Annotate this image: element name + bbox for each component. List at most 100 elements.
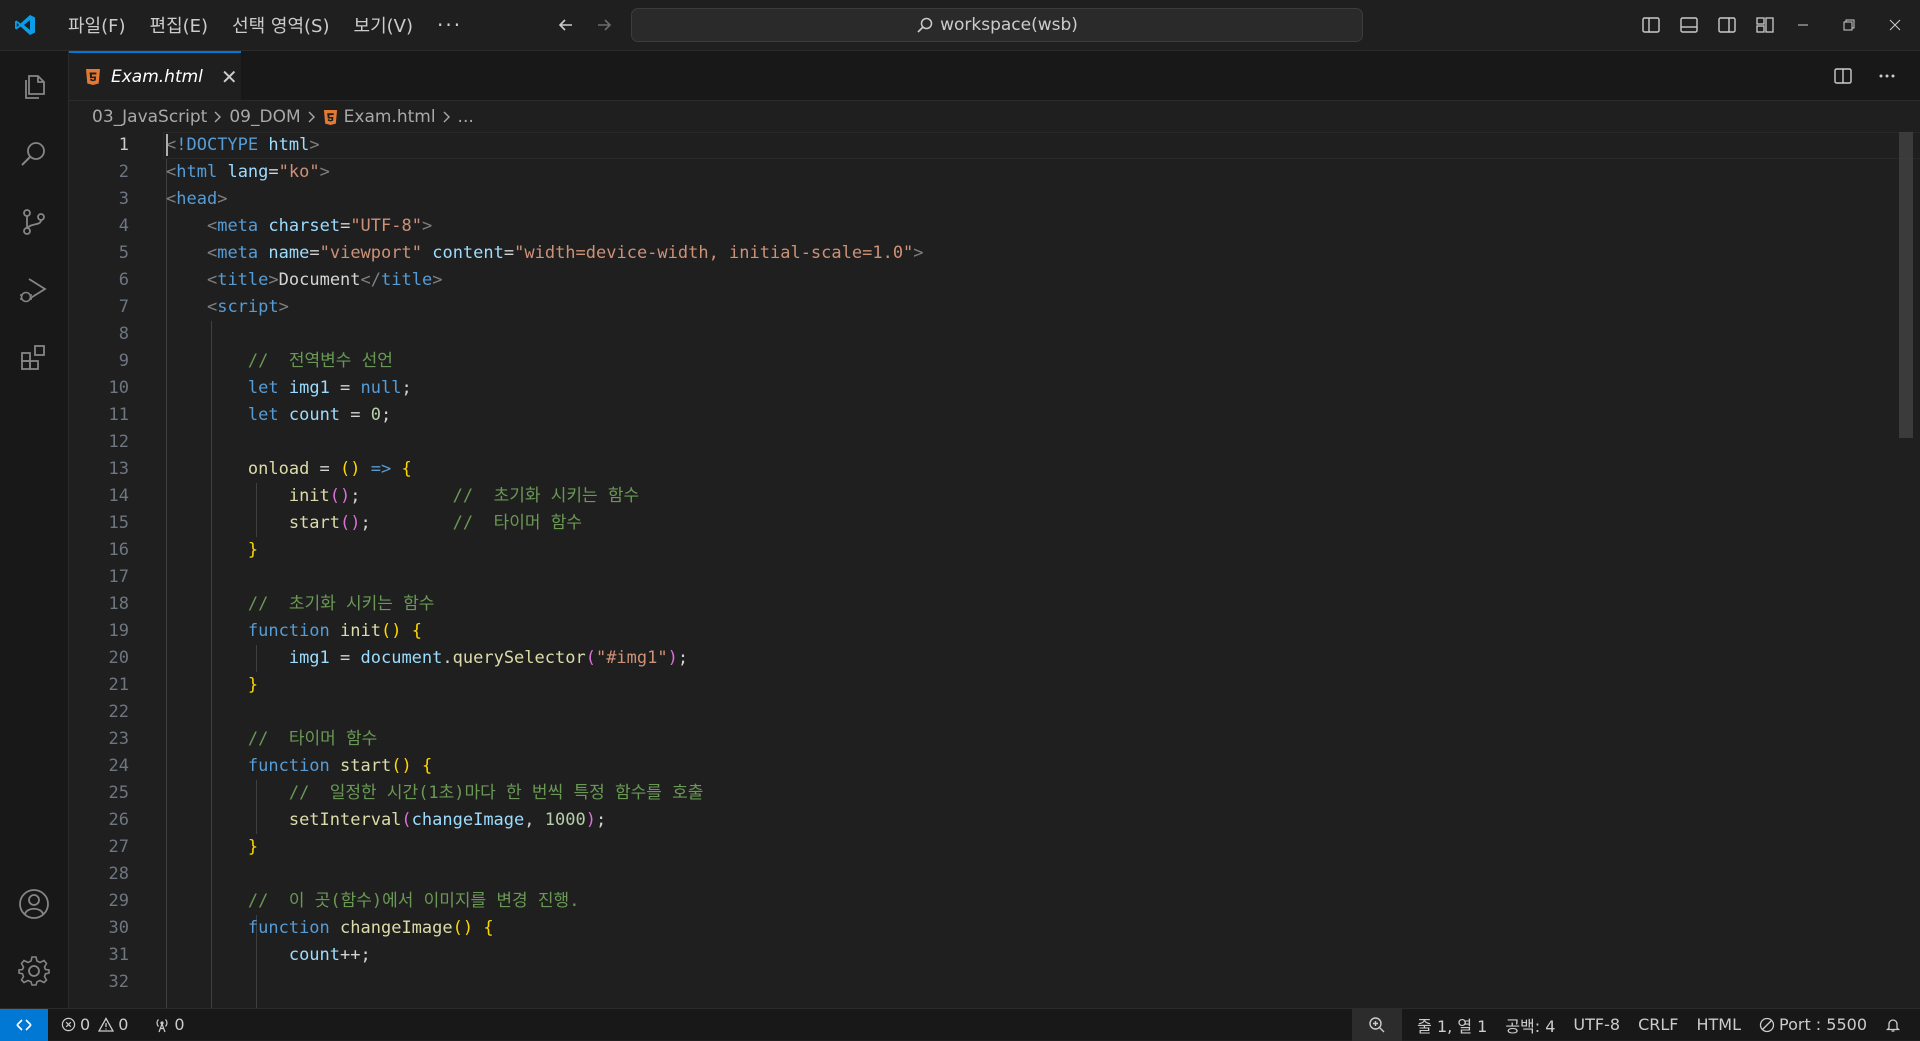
code-token: {	[483, 918, 494, 938]
command-center-search[interactable]: workspace(wsb)	[631, 8, 1363, 42]
remote-indicator-icon[interactable]	[0, 1008, 48, 1041]
line-number: 17	[108, 567, 129, 587]
settings-gear-icon[interactable]	[0, 938, 68, 1004]
minimize-icon[interactable]	[1780, 0, 1826, 50]
code-token: // 타이머 함수	[247, 729, 378, 749]
code-token: )	[585, 810, 596, 830]
tab-label: Exam.html	[111, 66, 203, 87]
code-line: 27 }	[69, 834, 1899, 861]
cursor-position[interactable]: 줄 1, 열 1	[1408, 1009, 1496, 1041]
code-line: 25 // 일정한 시간(1초)마다 한 번씩 특정 함수를 호출	[69, 780, 1899, 807]
code-token: }	[247, 540, 259, 560]
explorer-icon[interactable]	[0, 54, 68, 120]
line-number: 1	[118, 135, 129, 155]
code-line: 28	[69, 861, 1899, 888]
zoom-icon[interactable]	[1352, 1008, 1403, 1041]
line-number: 12	[108, 432, 129, 452]
line-code: setInterval(changeImage, 1000);	[166, 807, 606, 834]
code-token: // 일정한 시간(1초)마다 한 번씩 특정 함수를 호출	[288, 783, 704, 803]
line-number: 19	[108, 621, 129, 641]
indentation-setting[interactable]: 공백: 4	[1496, 1009, 1564, 1041]
code-token: start	[288, 513, 341, 533]
breadcrumb-symbol[interactable]: ...	[458, 107, 474, 127]
language-mode[interactable]: HTML	[1687, 1009, 1750, 1041]
code-line: 18 // 초기화 시키는 함수	[69, 591, 1899, 618]
end-of-line-setting[interactable]: CRLF	[1629, 1009, 1687, 1041]
problems-indicator[interactable]: 0 0	[52, 1009, 137, 1041]
code-token: <	[206, 216, 218, 236]
code-token: meta	[217, 243, 259, 263]
menu-file[interactable]: 파일(F)	[56, 6, 138, 44]
breadcrumb-file[interactable]: Exam.html	[344, 107, 436, 127]
code-token: =	[503, 243, 515, 263]
code-token: setInterval	[288, 810, 402, 830]
line-code: <meta name="viewport" content="width=dev…	[166, 240, 924, 267]
code-token: ()	[452, 918, 474, 938]
breadcrumb-folder-javascript[interactable]: 03_JavaScript	[92, 107, 207, 127]
line-code: <script>	[166, 294, 289, 321]
code-token: <	[206, 297, 218, 317]
line-code: <!DOCTYPE html>	[166, 132, 320, 159]
toggle-secondary-sidebar-icon[interactable]	[1710, 8, 1744, 42]
line-code: let count = 0;	[166, 402, 391, 429]
code-token: .	[442, 648, 453, 668]
tab-close-icon[interactable]: ✕	[221, 65, 238, 89]
line-code: // 초기화 시키는 함수	[166, 591, 435, 618]
toggle-primary-sidebar-icon[interactable]	[1634, 8, 1668, 42]
code-token: =	[329, 378, 361, 398]
toggle-panel-icon[interactable]	[1672, 8, 1706, 42]
code-token: =	[340, 216, 351, 236]
code-editor[interactable]: 1 <!DOCTYPE html> 2 <html lang="ko"> 3 <head>…	[69, 132, 1920, 1008]
editor-scrollbar[interactable]	[1899, 132, 1913, 438]
line-code: }	[166, 672, 258, 699]
split-editor-icon[interactable]	[1826, 59, 1860, 93]
code-token: init	[288, 486, 330, 506]
code-token: 1000	[544, 810, 586, 830]
restore-icon[interactable]	[1826, 0, 1872, 50]
vscode-logo-icon[interactable]	[0, 0, 50, 50]
customize-layout-icon[interactable]	[1748, 8, 1782, 42]
account-icon[interactable]	[0, 871, 68, 937]
run-and-debug-icon[interactable]	[0, 257, 68, 323]
code-line: 15 start(); // 타이머 함수	[69, 510, 1899, 537]
notifications-bell-icon[interactable]	[1876, 1009, 1910, 1041]
editor-tab-bar: Exam.html ✕	[69, 51, 1920, 101]
code-token: ,	[524, 810, 545, 830]
forward-arrow-icon[interactable]	[586, 7, 622, 43]
code-token: // 초기화 시키는 함수	[452, 486, 640, 506]
menu-edit[interactable]: 편집(E)	[138, 6, 221, 44]
live-server-port[interactable]: Port : 5500	[1750, 1009, 1876, 1041]
menu-more-button[interactable]: ···	[425, 13, 474, 37]
ports-indicator[interactable]: 0	[145, 1009, 193, 1041]
source-control-icon[interactable]	[0, 189, 68, 255]
search-icon	[916, 16, 934, 34]
line-number: 11	[108, 405, 129, 425]
search-sidebar-icon[interactable]	[0, 121, 68, 187]
back-arrow-icon[interactable]	[548, 7, 584, 43]
code-token: img1	[288, 648, 330, 668]
code-token: querySelector	[452, 648, 586, 668]
tab-exam-html[interactable]: Exam.html ✕	[69, 51, 241, 100]
line-number: 8	[118, 324, 129, 344]
menu-selection[interactable]: 선택 영역(S)	[220, 6, 341, 44]
code-token: changeImage	[340, 918, 453, 938]
line-number: 25	[108, 783, 129, 803]
extensions-icon[interactable]	[0, 325, 68, 391]
html5-file-icon	[323, 109, 338, 126]
encoding-setting[interactable]: UTF-8	[1564, 1009, 1629, 1041]
code-token: >	[309, 135, 320, 155]
code-token: img1	[288, 378, 330, 398]
menu-view[interactable]: 보기(V)	[342, 6, 425, 44]
more-actions-icon[interactable]	[1870, 59, 1904, 93]
line-code: function init() {	[166, 618, 422, 645]
close-window-icon[interactable]	[1872, 0, 1918, 50]
breadcrumb-folder-dom[interactable]: 09_DOM	[229, 107, 300, 127]
code-token: count	[288, 405, 341, 425]
